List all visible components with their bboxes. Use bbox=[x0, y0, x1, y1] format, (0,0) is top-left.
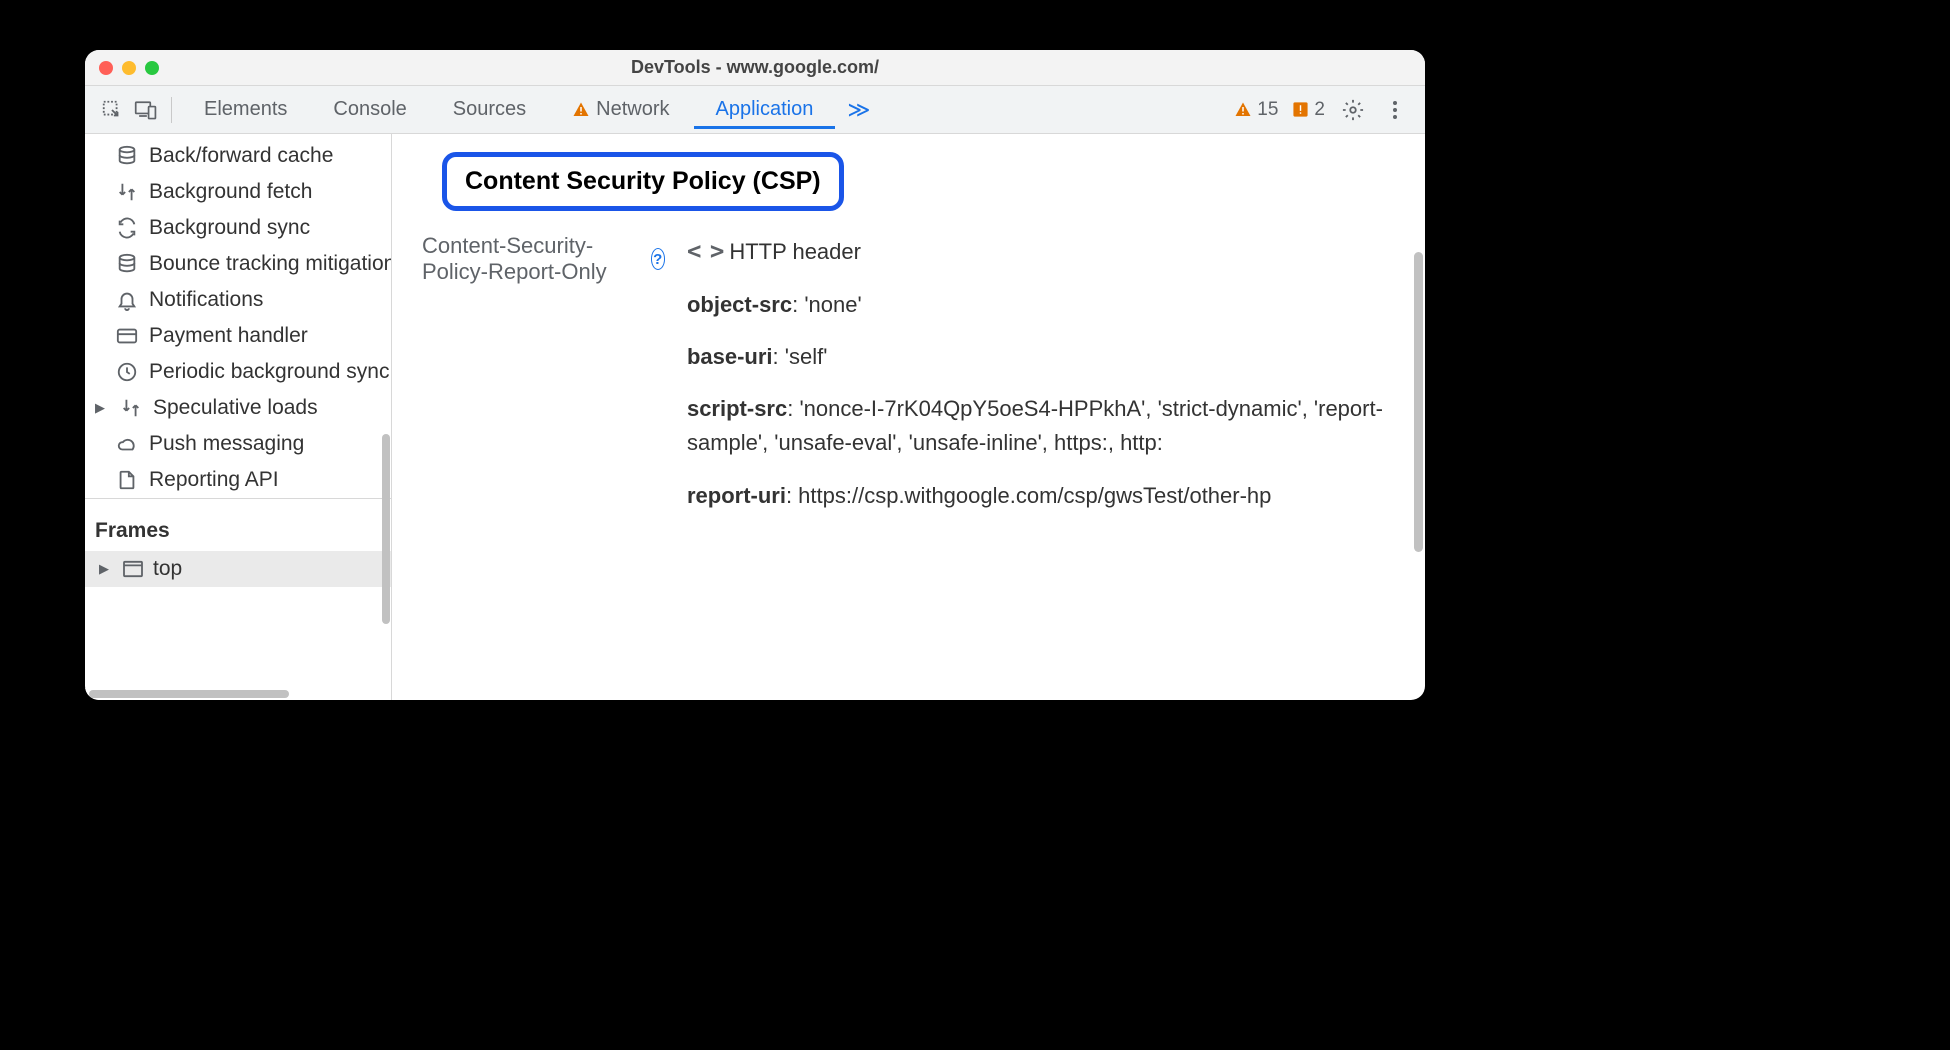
clock-icon bbox=[115, 360, 139, 384]
csp-row: Content-Security-Policy-Report-Only ? < … bbox=[422, 233, 1425, 513]
expand-arrow-icon: ▶ bbox=[95, 400, 109, 416]
sidebar-item-label: Periodic background sync bbox=[149, 360, 389, 384]
sidebar-item-notifications[interactable]: Notifications bbox=[85, 282, 391, 318]
tab-network[interactable]: Network bbox=[550, 90, 691, 129]
tab-console[interactable]: Console bbox=[311, 90, 428, 129]
directive-name: object-src bbox=[687, 292, 792, 317]
sidebar-item-label: Reporting API bbox=[149, 468, 279, 492]
tabs-overflow-button[interactable]: ≫ bbox=[837, 97, 880, 123]
file-icon bbox=[115, 468, 139, 492]
tab-label: Application bbox=[716, 98, 814, 121]
sidebar-item-label: Bounce tracking mitigation bbox=[149, 252, 391, 276]
main-content: Content Security Policy (CSP) Content-Se… bbox=[392, 134, 1425, 700]
sidebar-item-push-messaging[interactable]: Push messaging bbox=[85, 426, 391, 462]
sidebar-item-bounce-tracking[interactable]: Bounce tracking mitigation bbox=[85, 246, 391, 282]
sidebar-item-background-sync[interactable]: Background sync bbox=[85, 210, 391, 246]
sidebar-item-background-fetch[interactable]: Background fetch bbox=[85, 174, 391, 210]
tab-label: Network bbox=[596, 98, 669, 121]
issues-count: 2 bbox=[1314, 99, 1325, 121]
tab-label: Sources bbox=[453, 98, 526, 121]
help-icon[interactable]: ? bbox=[651, 248, 665, 270]
background-fetch-icon bbox=[119, 396, 143, 420]
directive-value: : 'nonce-I-7rK04QpY5oeS4-HPPkhA', 'stric… bbox=[687, 396, 1383, 455]
tab-elements[interactable]: Elements bbox=[182, 90, 309, 129]
sidebar-item-label: Notifications bbox=[149, 288, 263, 312]
warning-triangle-icon bbox=[572, 101, 590, 119]
sidebar-item-label: Push messaging bbox=[149, 432, 304, 456]
main-vertical-scrollbar-thumb[interactable] bbox=[1414, 252, 1423, 552]
tab-label: Elements bbox=[204, 98, 287, 121]
frames-section-header: Frames bbox=[85, 498, 391, 551]
window-title: DevTools - www.google.com/ bbox=[631, 57, 879, 78]
csp-details: < > HTTP header object-src: 'none' base-… bbox=[687, 233, 1425, 513]
titlebar: DevTools - www.google.com/ bbox=[85, 50, 1425, 86]
tab-sources[interactable]: Sources bbox=[431, 90, 548, 129]
background-sync-icon bbox=[115, 216, 139, 240]
issues-indicator[interactable]: 2 bbox=[1292, 99, 1325, 121]
tab-application[interactable]: Application bbox=[694, 90, 836, 129]
sidebar-item-speculative-loads[interactable]: ▶ Speculative loads bbox=[85, 390, 391, 426]
database-icon bbox=[115, 252, 139, 276]
sidebar-item-periodic-sync[interactable]: Periodic background sync bbox=[85, 354, 391, 390]
warnings-count: 15 bbox=[1257, 99, 1278, 121]
minimize-button[interactable] bbox=[122, 61, 136, 75]
expand-arrow-icon: ▶ bbox=[99, 561, 113, 577]
frames-item-label: top bbox=[153, 557, 182, 581]
sidebar-item-label: Background fetch bbox=[149, 180, 312, 204]
application-sidebar: Back/forward cache Background fetch Back… bbox=[85, 134, 392, 700]
code-icon: < > bbox=[687, 233, 721, 270]
csp-source: < > HTTP header bbox=[687, 233, 1425, 270]
sidebar-item-label: Payment handler bbox=[149, 324, 308, 348]
close-button[interactable] bbox=[99, 61, 113, 75]
sidebar-item-label: Speculative loads bbox=[153, 396, 318, 420]
warning-triangle-icon bbox=[1234, 101, 1252, 119]
directive-name: report-uri bbox=[687, 483, 786, 508]
tab-label: Console bbox=[333, 98, 406, 121]
vertical-scrollbar-thumb[interactable] bbox=[382, 434, 390, 624]
maximize-button[interactable] bbox=[145, 61, 159, 75]
frames-item-top[interactable]: ▶ top bbox=[85, 551, 391, 587]
sidebar-item-label: Background sync bbox=[149, 216, 310, 240]
csp-report-only-text: Content-Security-Policy-Report-Only bbox=[422, 233, 643, 285]
csp-source-label: HTTP header bbox=[729, 235, 861, 269]
directive-value: : https://csp.withgoogle.com/csp/gwsTest… bbox=[786, 483, 1271, 508]
issue-square-icon bbox=[1292, 101, 1309, 118]
cloud-icon bbox=[115, 432, 139, 456]
sidebar-item-label: Back/forward cache bbox=[149, 144, 333, 168]
csp-heading: Content Security Policy (CSP) bbox=[442, 152, 844, 211]
inspect-icon[interactable] bbox=[97, 95, 127, 125]
main-toolbar: Elements Console Sources Network Applica… bbox=[85, 86, 1425, 134]
csp-directive-base-uri: base-uri: 'self' bbox=[687, 340, 1425, 374]
toolbar-divider bbox=[171, 97, 172, 123]
csp-heading-wrap: Content Security Policy (CSP) bbox=[442, 152, 1425, 211]
csp-report-only-label: Content-Security-Policy-Report-Only ? bbox=[422, 233, 665, 285]
csp-directive-script-src: script-src: 'nonce-I-7rK04QpY5oeS4-HPPkh… bbox=[687, 392, 1425, 460]
devtools-window: DevTools - www.google.com/ Elements Cons… bbox=[85, 50, 1425, 700]
sidebar-item-reporting-api[interactable]: Reporting API bbox=[85, 462, 391, 498]
toolbar-right: 15 2 bbox=[1234, 96, 1413, 124]
directive-value: : 'none' bbox=[792, 292, 862, 317]
directive-name: base-uri bbox=[687, 344, 773, 369]
sidebar-item-bfcache[interactable]: Back/forward cache bbox=[85, 138, 391, 174]
more-menu-button[interactable] bbox=[1381, 96, 1409, 124]
card-icon bbox=[115, 324, 139, 348]
device-toggle-icon[interactable] bbox=[131, 95, 161, 125]
sidebar-list: Back/forward cache Background fetch Back… bbox=[85, 134, 391, 688]
settings-button[interactable] bbox=[1339, 96, 1367, 124]
csp-directive-report-uri: report-uri: https://csp.withgoogle.com/c… bbox=[687, 479, 1425, 513]
panel-tabs: Elements Console Sources Network Applica… bbox=[182, 90, 880, 129]
background-fetch-icon bbox=[115, 180, 139, 204]
csp-directive-object-src: object-src: 'none' bbox=[687, 288, 1425, 322]
traffic-lights bbox=[99, 61, 159, 75]
directive-value: : 'self' bbox=[773, 344, 828, 369]
database-icon bbox=[115, 144, 139, 168]
bell-icon bbox=[115, 288, 139, 312]
directive-name: script-src bbox=[687, 396, 787, 421]
frame-icon bbox=[121, 558, 145, 580]
horizontal-scrollbar-thumb[interactable] bbox=[89, 690, 289, 698]
warnings-indicator[interactable]: 15 bbox=[1234, 99, 1278, 121]
horizontal-scrollbar[interactable] bbox=[85, 688, 391, 700]
panel-body: Back/forward cache Background fetch Back… bbox=[85, 134, 1425, 700]
sidebar-item-payment-handler[interactable]: Payment handler bbox=[85, 318, 391, 354]
